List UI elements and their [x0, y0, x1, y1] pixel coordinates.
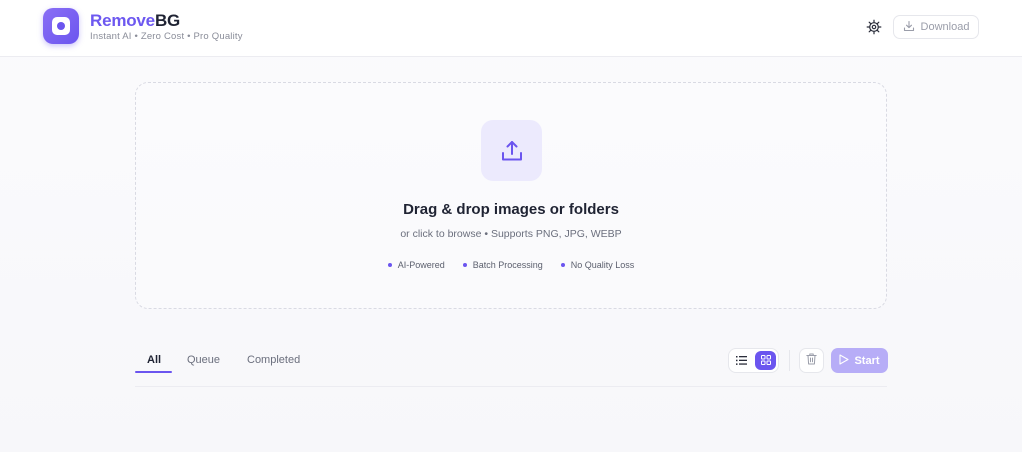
tab-queue[interactable]: Queue: [187, 354, 220, 366]
view-mode-toggle: [728, 348, 779, 373]
upload-dropzone[interactable]: [135, 82, 887, 309]
upload-icon: [481, 120, 542, 181]
logo-dot: [57, 22, 65, 30]
start-button-label: Start: [854, 354, 880, 367]
grid-view-button[interactable]: [755, 351, 776, 370]
brand-tagline: Instant AI • Zero Cost • Pro Quality: [90, 31, 243, 42]
brand-name: RemoveBG: [90, 11, 180, 30]
bullet-icon: [462, 263, 467, 267]
download-icon: [903, 20, 915, 35]
tab-completed[interactable]: Completed: [247, 354, 300, 366]
trash-icon: [806, 352, 817, 370]
feature-label: No Quality Loss: [570, 260, 635, 270]
bullet-icon: [387, 263, 392, 267]
download-button[interactable]: Download: [893, 15, 979, 39]
grid-icon: [760, 352, 771, 370]
tab-all[interactable]: All: [147, 354, 161, 366]
dropzone-subtitle: or click to browse • Supports PNG, JPG, …: [400, 228, 622, 240]
feature-item: No Quality Loss: [560, 260, 635, 270]
gear-icon[interactable]: [866, 19, 882, 35]
brand-name-part2: BG: [154, 11, 181, 30]
feature-label: Batch Processing: [472, 260, 543, 270]
clear-all-button[interactable]: [799, 348, 824, 373]
list-icon: [736, 352, 747, 370]
tabs-divider: [135, 386, 887, 387]
feature-item: AI-Powered: [387, 260, 445, 270]
brand-name-part1: Remove: [90, 11, 155, 30]
app-logo: [43, 8, 79, 44]
play-icon: [839, 353, 850, 368]
toolbar-divider: [789, 350, 790, 371]
app-header: RemoveBG Instant AI • Zero Cost • Pro Qu…: [0, 0, 1022, 57]
list-view-button[interactable]: [731, 351, 752, 370]
dropzone-title: Drag & drop images or folders: [403, 201, 619, 218]
feature-list: AI-Powered Batch Processing No Quality L…: [0, 260, 1022, 270]
start-button[interactable]: Start: [831, 348, 888, 373]
bullet-icon: [560, 263, 565, 267]
feature-label: AI-Powered: [397, 260, 445, 270]
download-button-label: Download: [920, 21, 970, 33]
active-tab-indicator: [135, 371, 172, 373]
feature-item: Batch Processing: [462, 260, 543, 270]
